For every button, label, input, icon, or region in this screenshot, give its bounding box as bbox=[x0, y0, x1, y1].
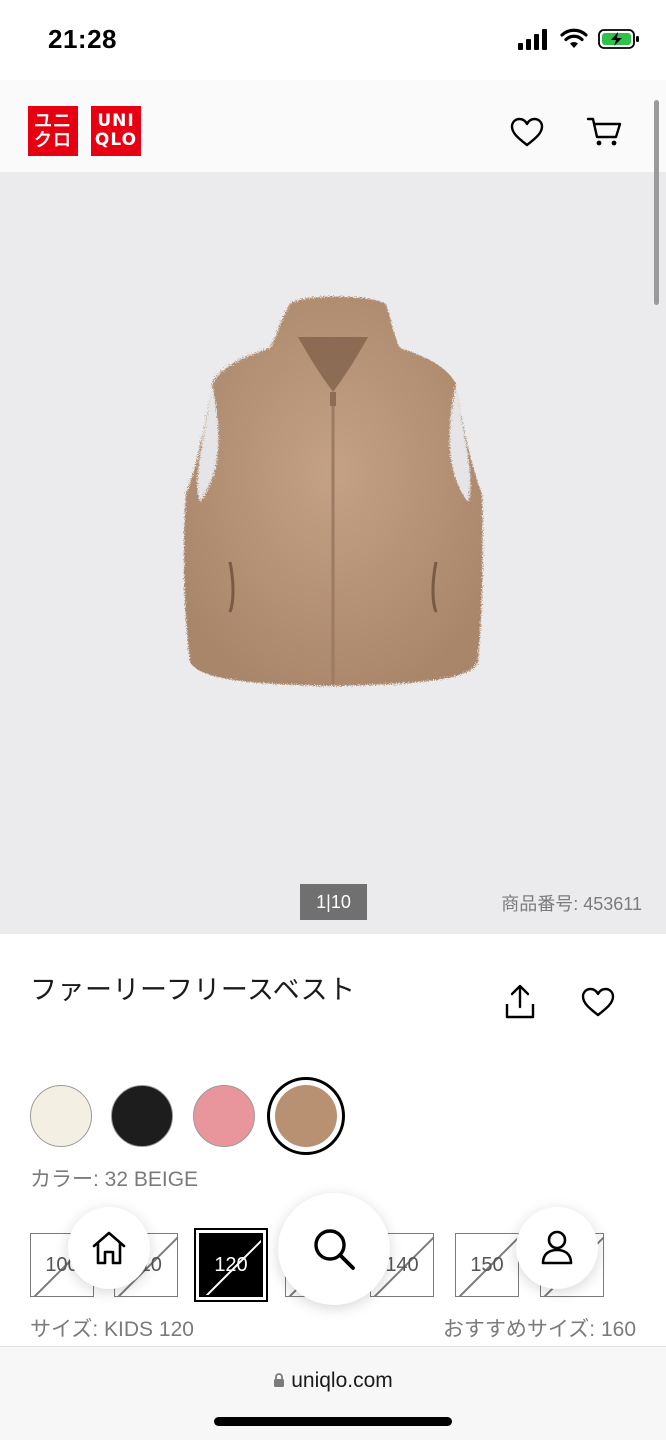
image-counter: 1|10 bbox=[300, 884, 367, 920]
search-button[interactable] bbox=[278, 1193, 390, 1305]
url-text: uniqlo.com bbox=[291, 1369, 393, 1392]
status-time: 21:28 bbox=[48, 24, 117, 54]
status-bar: 21:28 bbox=[0, 0, 666, 80]
uniqlo-logo-japanese[interactable]: ユニ クロ bbox=[28, 106, 78, 156]
account-button[interactable] bbox=[516, 1207, 598, 1289]
battery-icon bbox=[598, 29, 639, 49]
uniqlo-logo-english[interactable]: UNI QLO bbox=[91, 106, 141, 156]
app-header: ユニ クロ UNI QLO bbox=[0, 80, 666, 172]
product-favorite-button[interactable] bbox=[576, 980, 620, 1024]
search-icon bbox=[314, 1229, 355, 1270]
heart-icon bbox=[510, 117, 544, 147]
color-swatch-offwhite[interactable] bbox=[30, 1085, 92, 1147]
signal-icon bbox=[518, 29, 547, 50]
browser-url-bar[interactable]: uniqlo.com bbox=[0, 1346, 666, 1440]
home-button[interactable] bbox=[68, 1207, 150, 1289]
color-swatch-black[interactable] bbox=[111, 1085, 173, 1147]
cart-icon bbox=[586, 117, 622, 146]
share-button[interactable] bbox=[498, 980, 542, 1024]
wishlist-button[interactable] bbox=[507, 112, 547, 152]
product-photo bbox=[183, 296, 483, 686]
product-number: 商品番号: 453611 bbox=[501, 894, 642, 914]
home-indicator bbox=[214, 1417, 452, 1426]
size-label: サイズ: KIDS 120 bbox=[30, 1318, 194, 1341]
color-label: カラー: 32 BEIGE bbox=[30, 1168, 199, 1191]
heart-icon bbox=[581, 987, 615, 1017]
size-option-120[interactable]: 120 bbox=[196, 1230, 266, 1300]
color-swatch-pink[interactable] bbox=[193, 1085, 255, 1147]
home-icon bbox=[92, 1231, 126, 1265]
url-display[interactable]: uniqlo.com bbox=[0, 1369, 666, 1393]
size-option-150[interactable]: 150 bbox=[455, 1233, 519, 1297]
product-image-carousel[interactable] bbox=[0, 172, 666, 934]
lock-icon bbox=[274, 1373, 285, 1387]
account-icon bbox=[541, 1230, 573, 1265]
color-swatch-beige[interactable] bbox=[275, 1085, 337, 1147]
wifi-icon bbox=[560, 28, 588, 48]
share-icon bbox=[505, 984, 535, 1019]
status-icons bbox=[518, 28, 640, 50]
recommended-size-label: おすすめサイズ: 160 bbox=[442, 1318, 636, 1341]
product-title: ファーリーフリースベスト bbox=[30, 975, 356, 1005]
page-scrollbar[interactable] bbox=[654, 100, 659, 305]
cart-button[interactable] bbox=[584, 112, 624, 152]
